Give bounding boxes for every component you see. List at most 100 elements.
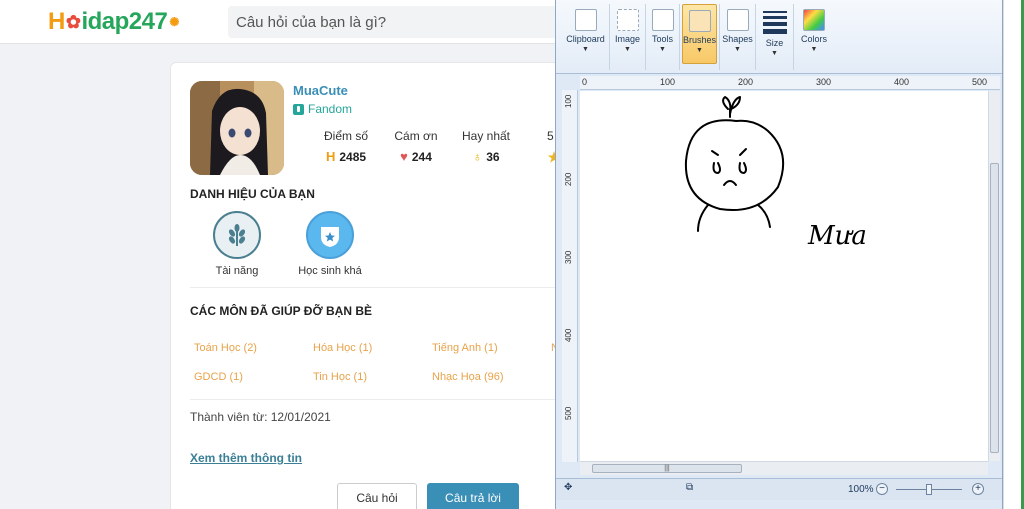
username[interactable]: MuaCute bbox=[293, 83, 348, 98]
ribbon-label: Brushes bbox=[683, 35, 717, 45]
titles-heading: DANH HIỆU CỦA BẠN bbox=[190, 187, 315, 201]
paint-canvas[interactable]: Mưa bbox=[580, 91, 988, 461]
shield-star-icon bbox=[306, 211, 354, 259]
wheat-icon bbox=[213, 211, 261, 259]
ruler-tick: 100 bbox=[660, 77, 676, 87]
zoom-level: 100% bbox=[848, 484, 874, 495]
tools-icon bbox=[651, 9, 674, 31]
ruler-tick: 300 bbox=[564, 250, 573, 264]
heart-icon: ♥ bbox=[400, 149, 408, 164]
drawing: Mưa bbox=[684, 96, 867, 251]
divider bbox=[190, 287, 570, 288]
shapes-icon bbox=[726, 9, 749, 31]
ribbon-label: Tools bbox=[651, 34, 673, 44]
subject-link[interactable]: Tin Học (1) bbox=[313, 371, 367, 383]
ribbon-shapes[interactable]: Shapes ▼ bbox=[720, 4, 756, 70]
member-since: Thành viên từ: 12/01/2021 bbox=[190, 410, 331, 424]
subject-link[interactable]: Hóa Học (1) bbox=[313, 342, 372, 354]
size-icon bbox=[762, 11, 787, 34]
stat-label: Điểm số bbox=[323, 129, 368, 143]
stat-thanks: Cám ơn ♥ 244 bbox=[381, 129, 451, 166]
profile-card: MuaCute Fandom Điểm số H 2485 Cám ơn ♥ 244… bbox=[170, 62, 570, 509]
zoom-slider-handle[interactable] bbox=[926, 484, 932, 495]
rank-text: Fandom bbox=[308, 102, 353, 116]
ribbon-clipboard[interactable]: Clipboard ▼ bbox=[562, 4, 610, 70]
search-input[interactable] bbox=[228, 6, 568, 38]
title-label: Học sinh khá bbox=[298, 265, 362, 277]
vertical-scrollbar[interactable] bbox=[988, 91, 1000, 461]
ruler-tick: 500 bbox=[972, 77, 988, 87]
ruler-tick: 200 bbox=[738, 77, 754, 87]
dropdown-arrow-icon: ▼ bbox=[810, 46, 818, 53]
see-more-link[interactable]: Xem thêm thông tin bbox=[190, 451, 302, 465]
stat-label: Cám ơn bbox=[394, 129, 438, 143]
ribbon-label: Shapes bbox=[722, 34, 753, 44]
page-edge bbox=[1003, 0, 1024, 509]
ruler-horizontal: 0 100 200 300 400 500 bbox=[580, 76, 1000, 90]
subject-link[interactable]: Nhạc Họa (96) bbox=[432, 371, 504, 383]
ruler-vertical: 100 200 300 400 500 bbox=[562, 90, 578, 462]
answers-tab-button[interactable]: Câu trả lời bbox=[427, 483, 519, 509]
stats-row: Điểm số H 2485 Cám ơn ♥ 244 Hay nhất ♁ 36 5… bbox=[311, 129, 591, 166]
subjects-heading: CÁC MÔN ĐÃ GIÚP ĐỠ BẠN BÈ bbox=[190, 304, 373, 318]
ribbon-image[interactable]: Image ▼ bbox=[610, 4, 646, 70]
ribbon-tools[interactable]: Tools ▼ bbox=[646, 4, 680, 70]
ribbon-colors[interactable]: Colors ▼ bbox=[796, 4, 832, 70]
ruler-tick: 500 bbox=[564, 406, 573, 420]
questions-tab-button[interactable]: Câu hỏi bbox=[337, 483, 417, 509]
canvas-text: Mưa bbox=[807, 221, 867, 251]
paint-statusbar: ✥ ⧉ 100% − + bbox=[556, 478, 1002, 500]
dropdown-arrow-icon: ▼ bbox=[624, 46, 631, 53]
logo-text: idap247 bbox=[81, 8, 168, 35]
avatar-image bbox=[190, 81, 284, 175]
stat-value: 36 bbox=[486, 149, 500, 164]
title-good-student[interactable]: Học sinh khá bbox=[285, 211, 375, 277]
ribbon-brushes[interactable]: Brushes ▼ bbox=[680, 4, 720, 70]
ribbon-label: Colors bbox=[800, 34, 827, 44]
dropdown-arrow-icon: ▼ bbox=[734, 46, 741, 53]
scroll-thumb[interactable] bbox=[990, 163, 999, 453]
dropdown-arrow-icon: ▼ bbox=[696, 47, 703, 54]
dropdown-arrow-icon: ▼ bbox=[771, 50, 778, 57]
ruler-tick: 100 bbox=[564, 94, 573, 108]
zoom-in-button[interactable]: + bbox=[972, 483, 984, 495]
stat-label: Hay nhất bbox=[461, 129, 511, 143]
stat-best: Hay nhất ♁ 36 bbox=[451, 129, 521, 166]
ribbon-size[interactable]: Size ▼ bbox=[756, 4, 794, 70]
select-icon bbox=[616, 9, 639, 31]
scroll-thumb[interactable]: ||| bbox=[592, 464, 742, 473]
ribbon-label: Clipboard bbox=[566, 34, 605, 44]
subject-link[interactable]: Toán Học (2) bbox=[194, 342, 257, 354]
paint-window: Clipboard ▼ Image ▼ Tools ▼ Brushes ▼ Shapes… bbox=[555, 0, 1003, 509]
ruler-tick: 400 bbox=[564, 328, 573, 342]
sparkle-icon: ✺ bbox=[169, 15, 179, 29]
colors-icon bbox=[803, 9, 825, 31]
ribbon-label: Image bbox=[614, 34, 640, 44]
dropdown-arrow-icon: ▼ bbox=[582, 46, 589, 53]
medal-icon: ♁ bbox=[472, 149, 483, 164]
dropdown-arrow-icon: ▼ bbox=[659, 46, 666, 53]
subject-link[interactable]: Tiếng Anh (1) bbox=[432, 342, 498, 354]
ruler-tick: 0 bbox=[582, 77, 588, 87]
avatar[interactable] bbox=[190, 81, 284, 175]
selection-size-icon: ⧉ bbox=[686, 482, 694, 493]
stat-score: Điểm số H 2485 bbox=[311, 129, 381, 166]
title-label: Tài năng bbox=[215, 265, 259, 277]
flower-icon: ✿ bbox=[65, 11, 81, 32]
rank-label: Fandom bbox=[293, 102, 352, 116]
brush-icon bbox=[688, 10, 711, 32]
horizontal-scrollbar[interactable]: ||| bbox=[580, 461, 988, 475]
ribbon-label: Size bbox=[765, 38, 784, 48]
subject-link[interactable]: GDCD (1) bbox=[194, 371, 243, 383]
site-logo[interactable]: H ✿ idap247 ✺ bbox=[48, 8, 179, 36]
stat-value: 244 bbox=[411, 149, 432, 164]
zoom-out-button[interactable]: − bbox=[876, 483, 888, 495]
stat-value: 2485 bbox=[339, 149, 367, 164]
clipboard-icon bbox=[574, 9, 597, 31]
paint-ribbon: Clipboard ▼ Image ▼ Tools ▼ Brushes ▼ Shapes… bbox=[556, 0, 1002, 74]
rank-badge-icon bbox=[293, 103, 304, 115]
ruler-tick: 400 bbox=[894, 77, 910, 87]
ruler-tick: 200 bbox=[564, 172, 573, 186]
title-talent[interactable]: Tài năng bbox=[192, 211, 282, 277]
h-coin-icon: H bbox=[325, 149, 336, 164]
